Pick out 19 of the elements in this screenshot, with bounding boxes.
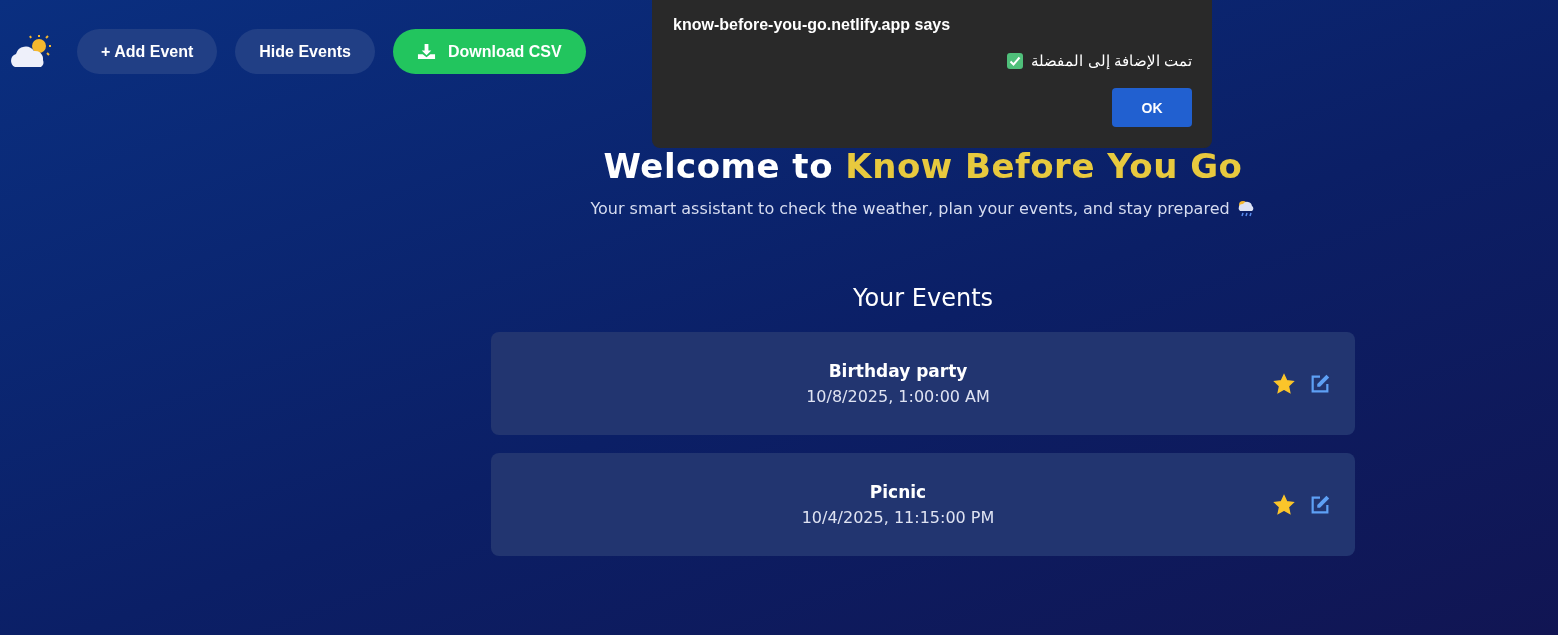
check-icon: [1007, 53, 1024, 69]
dialog-message: تمت الإضافة إلى المفضلة: [1031, 52, 1192, 70]
dialog-title: know-before-you-go.netlify.app says: [673, 16, 952, 34]
star-icon[interactable]: [1273, 372, 1295, 395]
cloud-sun-icon: [9, 33, 53, 70]
star-icon[interactable]: [1273, 493, 1295, 516]
event-name: Picnic: [869, 482, 927, 502]
toolbar-button[interactable]: Hide Events: [235, 29, 375, 74]
welcome-title: Welcome to Know Before You Go: [603, 146, 1243, 186]
edit-icon[interactable]: [1309, 372, 1331, 395]
events-heading: Your Events: [852, 284, 994, 312]
event-name: Birthday party: [828, 361, 968, 381]
subtitle: Your smart assistant to check the weather, plan your events, and stay prepared: [590, 198, 1230, 218]
event-date: 10/8/2025, 1:00:00 AM: [806, 387, 990, 406]
event-date: 10/4/2025, 11:15:00 PM: [801, 508, 995, 527]
ok-button[interactable]: OK: [1112, 88, 1192, 127]
toolbar-button[interactable]: + Add Event: [77, 29, 218, 74]
edit-icon[interactable]: [1309, 493, 1331, 516]
download-icon: [416, 42, 436, 61]
